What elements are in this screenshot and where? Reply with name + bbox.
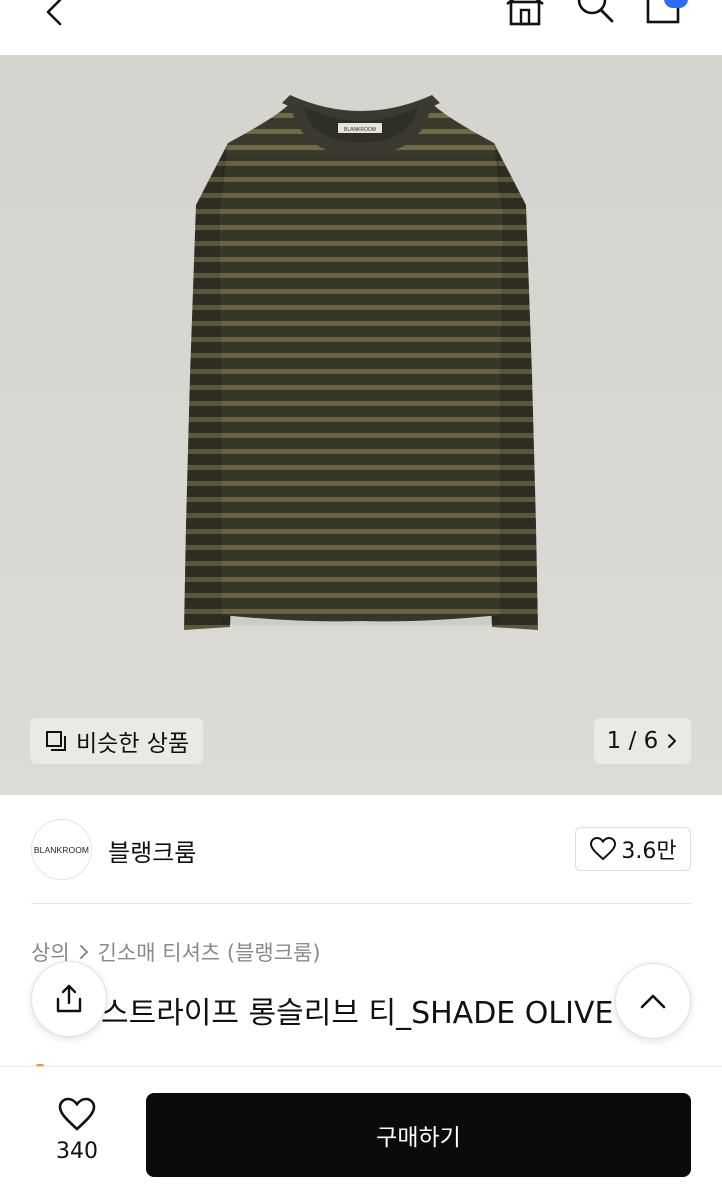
chevron-up-icon [640, 994, 666, 1009]
search-icon[interactable] [572, 0, 616, 26]
top-bar [0, 0, 722, 55]
chevron-left-icon[interactable] [38, 0, 68, 30]
image-counter[interactable]: 1 / 6 [594, 718, 691, 764]
brand-like-button[interactable]: 3.6만 [575, 827, 691, 871]
product-image-gallery[interactable]: BLANKROOM 비슷한 상품 1 / 6 [0, 55, 722, 795]
chevron-right-icon [79, 945, 88, 959]
breadcrumb-item-subcategory[interactable]: 긴소매 티셔츠 (블랭크룸) [98, 937, 321, 967]
product-title-wrap: 스트라이프 롱슬리브 티_SHADE OLIVE [0, 980, 722, 1040]
brand-logo[interactable]: BLANKROOM [31, 819, 92, 880]
brand-name[interactable]: 블랭크룸 [108, 833, 196, 868]
brand-like-count: 3.6만 [621, 839, 677, 864]
similar-products-label: 비슷한 상품 [76, 731, 190, 757]
divider [31, 903, 691, 904]
garment-tag-text: BLANKROOM [344, 127, 376, 133]
brand-logo-text: BLANKROOM [33, 844, 90, 855]
bottom-purchase-bar: 340 구매하기 [0, 1066, 722, 1200]
brand-row: BLANKROOM 블랭크룸 3.6만 [0, 795, 722, 905]
share-button[interactable] [31, 961, 107, 1037]
scroll-to-top-button[interactable] [615, 963, 691, 1039]
share-icon [56, 984, 82, 1013]
home-icon[interactable] [502, 0, 548, 28]
heart-icon [590, 836, 617, 861]
buy-button-label: 구매하기 [376, 1125, 461, 1151]
chevron-right-icon [668, 734, 677, 748]
wishlist-count: 340 [56, 1139, 98, 1164]
overlap-squares-icon [46, 731, 66, 751]
product-photo: BLANKROOM [0, 55, 722, 795]
heart-icon [58, 1097, 96, 1131]
buy-button[interactable]: 구매하기 [146, 1093, 691, 1177]
product-title: 스트라이프 롱슬리브 티_SHADE OLIVE [101, 996, 614, 1031]
similar-products-button[interactable]: 비슷한 상품 [30, 718, 204, 764]
image-counter-text: 1 / 6 [606, 728, 659, 754]
wishlist-button[interactable]: 340 [40, 1097, 114, 1177]
